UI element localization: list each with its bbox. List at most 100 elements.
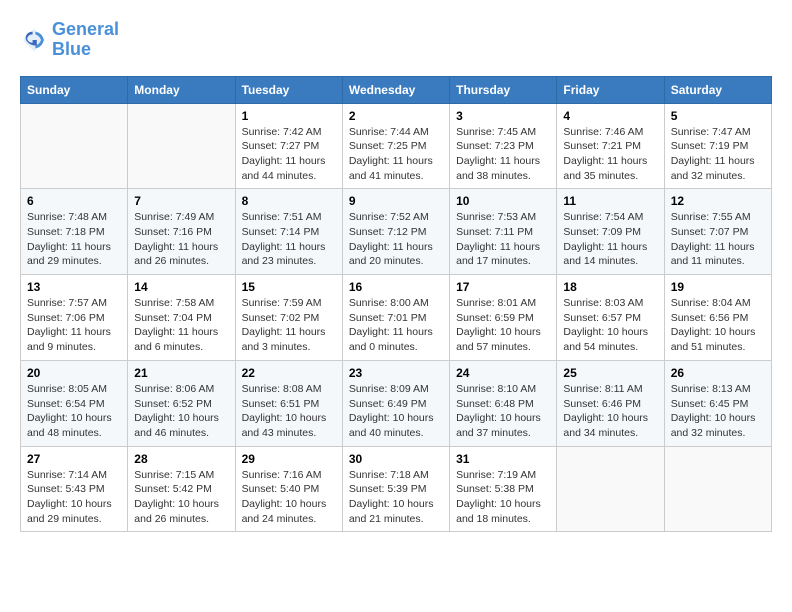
day-cell: 10 Sunrise: 7:53 AMSunset: 7:11 PMDayligh… [450, 189, 557, 275]
day-info: Sunrise: 7:55 AMSunset: 7:07 PMDaylight:… [671, 210, 765, 269]
day-info: Sunrise: 7:49 AMSunset: 7:16 PMDaylight:… [134, 210, 228, 269]
day-number: 19 [671, 280, 765, 294]
day-info: Sunrise: 8:08 AMSunset: 6:51 PMDaylight:… [242, 382, 336, 441]
day-info: Sunrise: 8:05 AMSunset: 6:54 PMDaylight:… [27, 382, 121, 441]
day-info: Sunrise: 7:45 AMSunset: 7:23 PMDaylight:… [456, 125, 550, 184]
day-cell: 29 Sunrise: 7:16 AMSunset: 5:40 PMDayligh… [235, 446, 342, 532]
column-header-wednesday: Wednesday [342, 76, 449, 103]
column-header-tuesday: Tuesday [235, 76, 342, 103]
day-number: 20 [27, 366, 121, 380]
week-row-1: 1 Sunrise: 7:42 AMSunset: 7:27 PMDaylight… [21, 103, 772, 189]
day-cell: 4 Sunrise: 7:46 AMSunset: 7:21 PMDaylight… [557, 103, 664, 189]
day-number: 5 [671, 109, 765, 123]
day-number: 17 [456, 280, 550, 294]
column-header-sunday: Sunday [21, 76, 128, 103]
day-info: Sunrise: 7:44 AMSunset: 7:25 PMDaylight:… [349, 125, 443, 184]
day-info: Sunrise: 7:54 AMSunset: 7:09 PMDaylight:… [563, 210, 657, 269]
day-number: 31 [456, 452, 550, 466]
day-number: 15 [242, 280, 336, 294]
day-cell: 8 Sunrise: 7:51 AMSunset: 7:14 PMDaylight… [235, 189, 342, 275]
day-info: Sunrise: 8:10 AMSunset: 6:48 PMDaylight:… [456, 382, 550, 441]
day-info: Sunrise: 8:01 AMSunset: 6:59 PMDaylight:… [456, 296, 550, 355]
day-cell: 11 Sunrise: 7:54 AMSunset: 7:09 PMDayligh… [557, 189, 664, 275]
day-number: 25 [563, 366, 657, 380]
day-cell: 23Sunrise: 8:09 AMSunset: 6:49 PMDayligh… [342, 360, 449, 446]
day-number: 2 [349, 109, 443, 123]
day-cell: 27Sunrise: 7:14 AMSunset: 5:43 PMDayligh… [21, 446, 128, 532]
day-cell: 30Sunrise: 7:18 AMSunset: 5:39 PMDayligh… [342, 446, 449, 532]
day-info: Sunrise: 7:15 AMSunset: 5:42 PMDaylight:… [134, 468, 228, 527]
day-info: Sunrise: 7:47 AMSunset: 7:19 PMDaylight:… [671, 125, 765, 184]
week-row-5: 27Sunrise: 7:14 AMSunset: 5:43 PMDayligh… [21, 446, 772, 532]
day-info: Sunrise: 7:42 AMSunset: 7:27 PMDaylight:… [242, 125, 336, 184]
day-info: Sunrise: 8:04 AMSunset: 6:56 PMDaylight:… [671, 296, 765, 355]
day-number: 4 [563, 109, 657, 123]
logo-icon [20, 26, 48, 54]
day-number: 10 [456, 194, 550, 208]
day-info: Sunrise: 7:53 AMSunset: 7:11 PMDaylight:… [456, 210, 550, 269]
day-info: Sunrise: 8:13 AMSunset: 6:45 PMDaylight:… [671, 382, 765, 441]
column-header-monday: Monday [128, 76, 235, 103]
day-number: 14 [134, 280, 228, 294]
day-cell: 17 Sunrise: 8:01 AMSunset: 6:59 PMDayligh… [450, 275, 557, 361]
day-cell: 14 Sunrise: 7:58 AMSunset: 7:04 PMDayligh… [128, 275, 235, 361]
day-cell [128, 103, 235, 189]
day-cell: 16 Sunrise: 8:00 AMSunset: 7:01 PMDayligh… [342, 275, 449, 361]
day-info: Sunrise: 7:52 AMSunset: 7:12 PMDaylight:… [349, 210, 443, 269]
day-info: Sunrise: 7:16 AMSunset: 5:40 PMDaylight:… [242, 468, 336, 527]
day-cell [664, 446, 771, 532]
day-info: Sunrise: 7:48 AMSunset: 7:18 PMDaylight:… [27, 210, 121, 269]
day-number: 24 [456, 366, 550, 380]
column-header-saturday: Saturday [664, 76, 771, 103]
day-cell: 21Sunrise: 8:06 AMSunset: 6:52 PMDayligh… [128, 360, 235, 446]
day-info: Sunrise: 7:59 AMSunset: 7:02 PMDaylight:… [242, 296, 336, 355]
day-cell: 22Sunrise: 8:08 AMSunset: 6:51 PMDayligh… [235, 360, 342, 446]
day-number: 30 [349, 452, 443, 466]
day-info: Sunrise: 7:19 AMSunset: 5:38 PMDaylight:… [456, 468, 550, 527]
day-cell: 12 Sunrise: 7:55 AMSunset: 7:07 PMDayligh… [664, 189, 771, 275]
day-number: 3 [456, 109, 550, 123]
day-cell: 25 Sunrise: 8:11 AMSunset: 6:46 PMDayligh… [557, 360, 664, 446]
day-cell: 7 Sunrise: 7:49 AMSunset: 7:16 PMDaylight… [128, 189, 235, 275]
day-info: Sunrise: 7:46 AMSunset: 7:21 PMDaylight:… [563, 125, 657, 184]
day-cell: 5 Sunrise: 7:47 AMSunset: 7:19 PMDaylight… [664, 103, 771, 189]
day-info: Sunrise: 8:09 AMSunset: 6:49 PMDaylight:… [349, 382, 443, 441]
day-number: 7 [134, 194, 228, 208]
day-cell: 18Sunrise: 8:03 AMSunset: 6:57 PMDayligh… [557, 275, 664, 361]
week-row-4: 20 Sunrise: 8:05 AMSunset: 6:54 PMDayligh… [21, 360, 772, 446]
day-cell: 6 Sunrise: 7:48 AMSunset: 7:18 PMDaylight… [21, 189, 128, 275]
week-row-2: 6 Sunrise: 7:48 AMSunset: 7:18 PMDaylight… [21, 189, 772, 275]
day-cell: 19 Sunrise: 8:04 AMSunset: 6:56 PMDayligh… [664, 275, 771, 361]
page-header: General Blue [20, 20, 772, 60]
day-number: 9 [349, 194, 443, 208]
day-number: 6 [27, 194, 121, 208]
day-number: 1 [242, 109, 336, 123]
day-number: 13 [27, 280, 121, 294]
day-cell: 20 Sunrise: 8:05 AMSunset: 6:54 PMDayligh… [21, 360, 128, 446]
day-number: 26 [671, 366, 765, 380]
day-cell: 3 Sunrise: 7:45 AMSunset: 7:23 PMDaylight… [450, 103, 557, 189]
day-number: 29 [242, 452, 336, 466]
day-number: 28 [134, 452, 228, 466]
day-number: 27 [27, 452, 121, 466]
day-info: Sunrise: 7:58 AMSunset: 7:04 PMDaylight:… [134, 296, 228, 355]
day-number: 21 [134, 366, 228, 380]
day-info: Sunrise: 8:11 AMSunset: 6:46 PMDaylight:… [563, 382, 657, 441]
day-info: Sunrise: 7:51 AMSunset: 7:14 PMDaylight:… [242, 210, 336, 269]
day-cell: 31 Sunrise: 7:19 AMSunset: 5:38 PMDayligh… [450, 446, 557, 532]
calendar-table: SundayMondayTuesdayWednesdayThursdayFrid… [20, 76, 772, 533]
column-headers: SundayMondayTuesdayWednesdayThursdayFrid… [21, 76, 772, 103]
day-number: 8 [242, 194, 336, 208]
day-cell: 24 Sunrise: 8:10 AMSunset: 6:48 PMDayligh… [450, 360, 557, 446]
day-number: 12 [671, 194, 765, 208]
day-cell: 28 Sunrise: 7:15 AMSunset: 5:42 PMDayligh… [128, 446, 235, 532]
day-number: 16 [349, 280, 443, 294]
logo: General Blue [20, 20, 119, 60]
day-info: Sunrise: 8:00 AMSunset: 7:01 PMDaylight:… [349, 296, 443, 355]
column-header-thursday: Thursday [450, 76, 557, 103]
day-cell: 13Sunrise: 7:57 AMSunset: 7:06 PMDayligh… [21, 275, 128, 361]
day-number: 11 [563, 194, 657, 208]
day-number: 18 [563, 280, 657, 294]
day-cell: 26 Sunrise: 8:13 AMSunset: 6:45 PMDayligh… [664, 360, 771, 446]
day-cell: 2 Sunrise: 7:44 AMSunset: 7:25 PMDaylight… [342, 103, 449, 189]
